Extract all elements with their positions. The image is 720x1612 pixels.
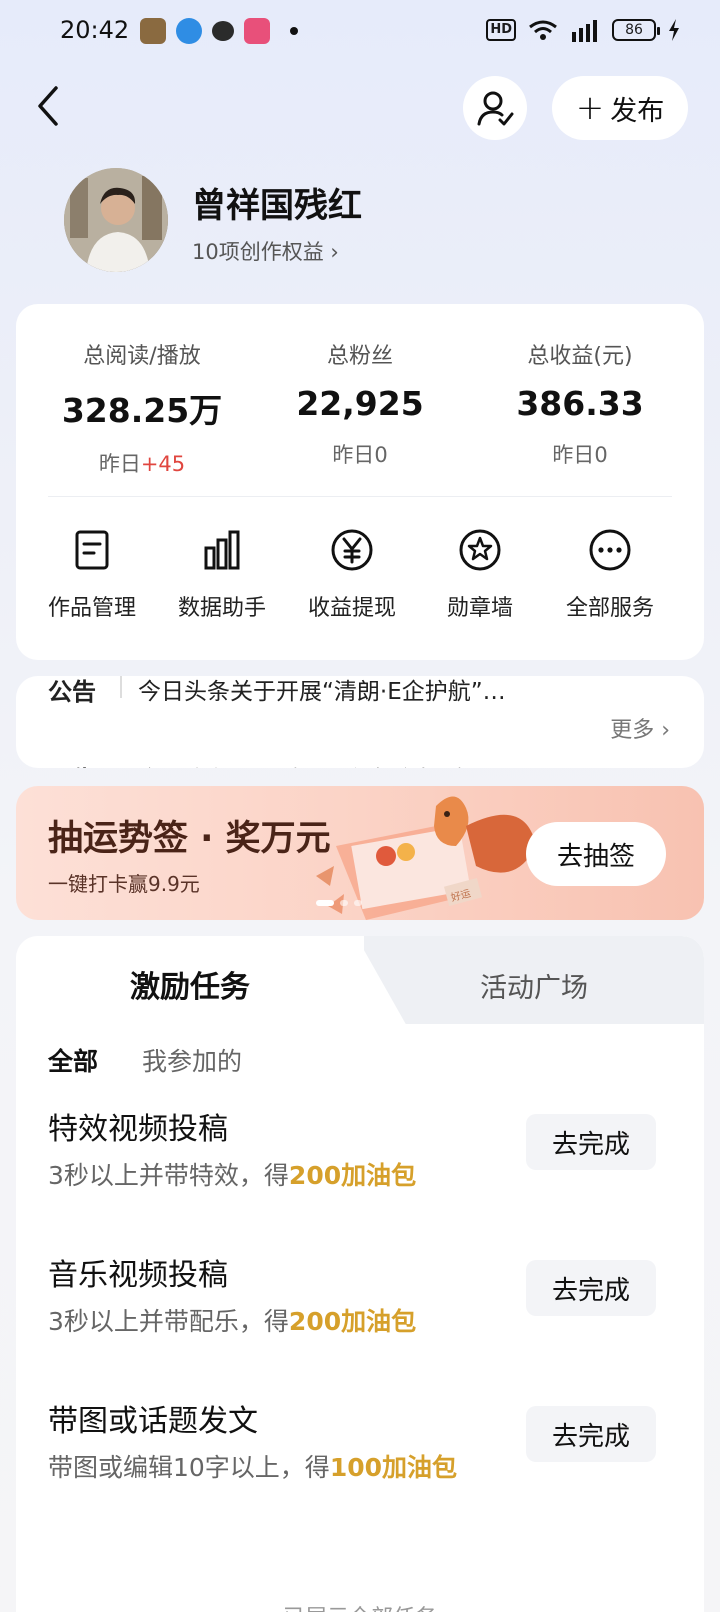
- pager-dot: [340, 900, 348, 906]
- follow-manage-button[interactable]: [463, 76, 527, 140]
- charging-icon: [669, 19, 679, 41]
- service-data-assistant[interactable]: 数据助手: [152, 528, 292, 622]
- complete-task-button[interactable]: 去完成: [526, 1406, 656, 1462]
- banner-subtitle: 一键打卡赢9.9元: [48, 872, 200, 896]
- back-button[interactable]: [30, 82, 70, 130]
- tasks-footer: 已展示全部任务: [16, 1600, 704, 1612]
- complete-task-button[interactable]: 去完成: [526, 1260, 656, 1316]
- stat-value: 22,925: [296, 384, 424, 423]
- tasks-card: 激励任务 活动广场 全部 我参加的 特效视频投稿 3秒以上并带特效，得200加油…: [16, 936, 704, 1612]
- hd-badge: HD: [486, 19, 516, 41]
- more-circle-icon: [589, 529, 631, 571]
- status-bar: 20:42 HD 86: [0, 0, 720, 66]
- stat-yesterday: 昨日+45: [98, 452, 186, 476]
- stat-value: 386.33: [516, 384, 644, 423]
- task-title: 音乐视频投稿: [48, 1258, 228, 1293]
- plus-icon: +: [575, 88, 605, 128]
- medal-icon: [459, 529, 501, 571]
- service-label: 数据助手: [177, 596, 266, 621]
- publish-label: 发布: [610, 95, 665, 127]
- notification-dot-icon: [290, 27, 298, 35]
- notice-tag: 公告: [48, 678, 96, 706]
- stat-label: 总阅读/播放: [83, 344, 201, 369]
- stats-divider: [48, 496, 672, 497]
- complete-task-button[interactable]: 去完成: [526, 1114, 656, 1170]
- task-description: 带图或编辑10字以上，得100加油包: [48, 1453, 457, 1482]
- notice-text[interactable]: 今日头条2025年2月侵权举报受: [138, 760, 464, 768]
- banner-title: 抽运势签 · 奖万元: [48, 819, 331, 859]
- avatar-photo: [64, 168, 168, 272]
- service-label: 勋章墙: [446, 596, 513, 621]
- chevron-left-icon: [38, 86, 58, 126]
- task-title: 带图或话题发文: [48, 1404, 258, 1439]
- status-time: 20:42: [60, 16, 130, 44]
- bar-chart-icon: [204, 530, 240, 570]
- status-indicators: HD 86: [486, 18, 680, 42]
- creator-benefits-link[interactable]: 10项创作权益 ›: [192, 236, 339, 266]
- wechat-app-icon: [212, 21, 234, 41]
- notice-more-link[interactable]: 更多 ›: [610, 712, 670, 744]
- task-title: 特效视频投稿: [48, 1112, 228, 1147]
- status-app-icons: [140, 18, 298, 44]
- wifi-icon: [529, 20, 557, 40]
- fortune-banner[interactable]: 抽运势签 · 奖万元 一键打卡赢9.9元 好运 去抽签: [16, 786, 704, 920]
- task-item: 音乐视频投稿 3秒以上并带配乐，得200加油包 去完成: [16, 1250, 704, 1360]
- filter-joined[interactable]: 我参加的: [142, 1042, 242, 1078]
- pager-dot-active: [316, 900, 334, 906]
- battery-indicator: 86: [612, 19, 660, 41]
- stat-yesterday: 昨日0: [552, 443, 608, 467]
- avatar[interactable]: [64, 168, 168, 272]
- service-label: 全部服务: [565, 596, 654, 621]
- tab-activity-square[interactable]: 活动广场: [364, 966, 704, 1005]
- service-all[interactable]: 全部服务: [540, 528, 680, 622]
- signal-icon: [572, 20, 597, 42]
- browser-app-icon: [176, 18, 202, 44]
- draw-lot-button[interactable]: 去抽签: [526, 822, 666, 886]
- service-medal-wall[interactable]: 勋章墙: [410, 528, 550, 622]
- stat-label: 总粉丝: [326, 344, 393, 369]
- yen-circle-icon: [331, 529, 373, 571]
- document-icon: [75, 530, 109, 570]
- profile-name: 曾祥国残红: [192, 186, 362, 226]
- stat-total-views[interactable]: 总阅读/播放 328.25万 昨日+45: [42, 338, 242, 478]
- stat-label: 总收益(元): [527, 344, 633, 369]
- service-works-manage[interactable]: 作品管理: [22, 528, 162, 622]
- task-item: 带图或话题发文 带图或编辑10字以上，得100加油包 去完成: [16, 1396, 704, 1506]
- user-check-icon: [477, 91, 514, 126]
- task-item: 特效视频投稿 3秒以上并带特效，得200加油包 去完成: [16, 1104, 704, 1214]
- notice-tag: 公告: [48, 760, 96, 768]
- task-description: 3秒以上并带特效，得200加油包: [48, 1161, 417, 1190]
- notice-text[interactable]: 今日头条关于开展“清朗·E企护航”…: [138, 676, 506, 706]
- service-label: 收益提现: [307, 596, 396, 621]
- banner-pager: [316, 900, 362, 906]
- publish-button[interactable]: + 发布: [552, 76, 688, 140]
- task-description: 3秒以上并带配乐，得200加油包: [48, 1307, 417, 1336]
- game-app-icon: [140, 18, 166, 44]
- stats-card: 总阅读/播放 328.25万 昨日+45 总粉丝 22,925 昨日0 总收益(…: [16, 304, 704, 660]
- tab-incentive-tasks[interactable]: 激励任务: [16, 962, 364, 1006]
- stat-total-fans[interactable]: 总粉丝 22,925 昨日0: [260, 338, 460, 469]
- service-withdraw[interactable]: 收益提现: [282, 528, 422, 622]
- stat-total-income[interactable]: 总收益(元) 386.33 昨日0: [480, 338, 680, 469]
- notice-separator: [120, 676, 122, 698]
- filter-all[interactable]: 全部: [48, 1042, 98, 1078]
- stat-yesterday: 昨日0: [332, 443, 388, 467]
- shopping-app-icon: [244, 18, 270, 44]
- service-label: 作品管理: [47, 596, 136, 621]
- notice-card[interactable]: 公告 今日头条关于开展“清朗·E企护航”… 更多 › 公告 今日头条2025年2…: [16, 676, 704, 768]
- pager-dot: [354, 900, 362, 906]
- stat-value: 328.25万: [61, 391, 223, 430]
